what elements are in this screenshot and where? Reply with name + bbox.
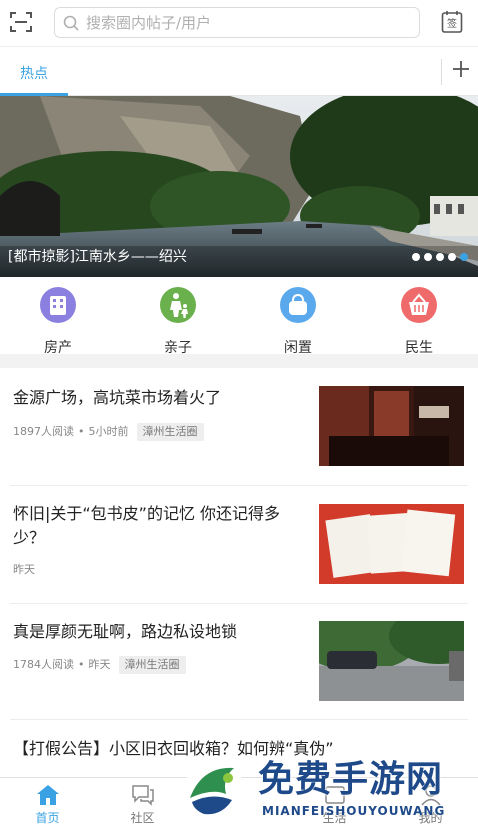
pager-dot[interactable] <box>424 253 432 261</box>
group-badge[interactable]: 漳州生活圈 <box>118 656 186 674</box>
category-grid: 房产 亲子 闲置 民生 <box>0 277 478 356</box>
category-idle[interactable]: 闲置 <box>268 287 328 356</box>
watermark: 免费手游网 MIANFEISHOUYOUWANG <box>182 758 478 827</box>
channel-tabs: 热点 <box>0 46 478 96</box>
banner-carousel[interactable]: [都市掠影]江南水乡——绍兴 <box>0 96 478 277</box>
search-icon <box>63 15 79 31</box>
search-placeholder: 搜索圈内帖子/用户 <box>86 14 212 32</box>
tab-hot-label: 热点 <box>20 66 48 82</box>
group-badge[interactable]: 漳州生活圈 <box>136 423 204 441</box>
post-title: 金源广场，高坑菜市场着火了 <box>13 388 222 407</box>
pager-dot[interactable] <box>412 253 420 261</box>
post-meta: 昨天 <box>13 562 35 578</box>
sign-in-icon: 签 <box>441 11 463 33</box>
top-bar: 搜索圈内帖子/用户 签 <box>0 0 478 46</box>
banner-caption: [都市掠影]江南水乡——绍兴 <box>8 249 187 265</box>
banner-pager <box>412 253 468 261</box>
post-title: 怀旧|关于“包书皮”的记忆 你还记得多少？ <box>13 504 281 547</box>
home-icon <box>37 785 59 805</box>
category-house[interactable]: 房产 <box>28 287 88 356</box>
category-family[interactable]: 亲子 <box>148 287 208 356</box>
pager-dot-active[interactable] <box>460 253 468 261</box>
list-item[interactable]: 怀旧|关于“包书皮”的记忆 你还记得多少？ 昨天 <box>0 486 478 604</box>
nav-label: 社区 <box>130 811 155 825</box>
family-icon <box>160 287 196 323</box>
chat-icon <box>132 785 154 806</box>
list-item[interactable]: 真是厚颜无耻啊，路边私设地锁 1784人阅读 • 昨天 漳州生活圈 <box>0 604 478 720</box>
tab-hot[interactable]: 热点 <box>0 47 68 96</box>
post-thumbnail <box>319 621 464 701</box>
post-thumbnail <box>319 504 464 584</box>
bag-icon <box>280 287 316 323</box>
basket-icon <box>401 287 437 323</box>
post-time: 5小时前 <box>88 425 129 438</box>
search-input[interactable]: 搜索圈内帖子/用户 <box>54 7 420 38</box>
pager-dot[interactable] <box>436 253 444 261</box>
pager-dot[interactable] <box>448 253 456 261</box>
post-reads: 1897人阅读 <box>13 425 74 438</box>
building-icon <box>40 287 76 323</box>
post-thumbnail <box>319 386 464 466</box>
nav-community[interactable]: 社区 <box>95 778 190 827</box>
watermark-subtitle: MIANFEISHOUYOUWANG <box>262 804 446 818</box>
list-item[interactable]: 金源广场，高坑菜市场着火了 1897人阅读 • 5小时前 漳州生活圈 <box>0 368 478 486</box>
post-time: 昨天 <box>88 658 111 671</box>
svg-text:签: 签 <box>447 17 457 30</box>
category-livelihood[interactable]: 民生 <box>389 287 449 356</box>
nav-label: 首页 <box>35 811 60 825</box>
post-meta: 1897人阅读 • 5小时前 漳州生活圈 <box>13 423 204 441</box>
tab-divider <box>441 59 442 85</box>
plus-icon[interactable] <box>451 59 471 79</box>
section-divider <box>0 354 478 368</box>
scan-icon[interactable] <box>10 11 32 33</box>
post-title: 真是厚颜无耻啊，路边私设地锁 <box>13 622 238 641</box>
watermark-logo-icon <box>184 760 244 820</box>
post-reads: 1784人阅读 <box>13 658 74 671</box>
sign-in-button[interactable]: 签 <box>441 10 463 34</box>
watermark-title: 免费手游网 <box>258 759 444 800</box>
post-meta: 1784人阅读 • 昨天 漳州生活圈 <box>13 656 186 674</box>
post-time: 昨天 <box>13 563 35 576</box>
nav-home[interactable]: 首页 <box>0 778 95 827</box>
